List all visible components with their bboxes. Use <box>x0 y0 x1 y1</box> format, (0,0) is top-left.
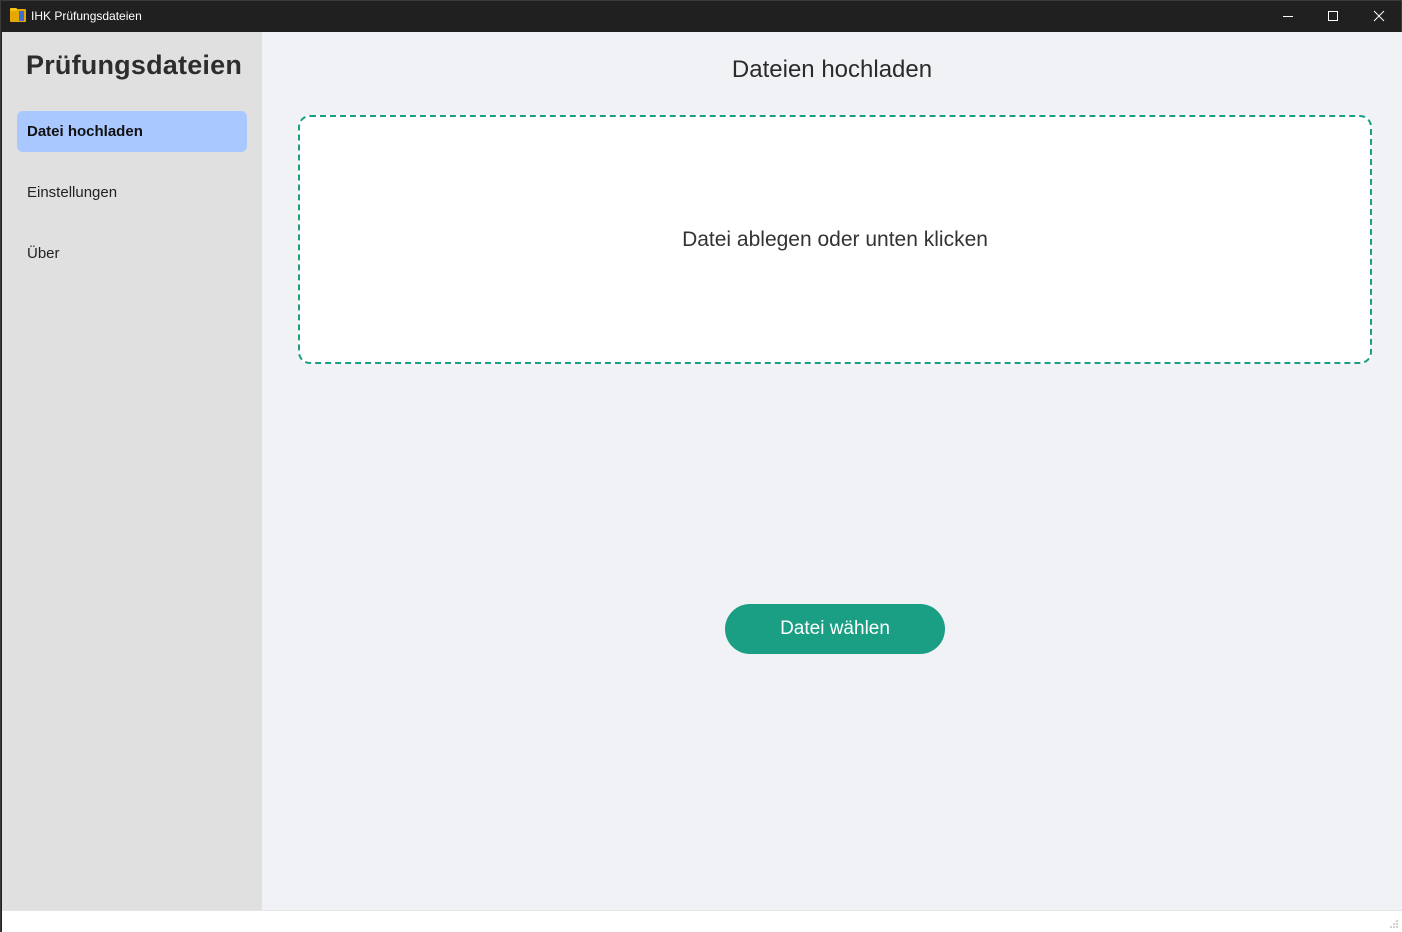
sidebar-item-einstellungen[interactable]: Einstellungen <box>17 172 247 213</box>
sidebar-item-ueber[interactable]: Über <box>17 233 247 274</box>
choose-file-button[interactable]: Datei wählen <box>725 604 945 654</box>
resize-grip-icon[interactable] <box>1389 919 1399 929</box>
dropzone-text: Datei ablegen oder unten klicken <box>682 227 988 251</box>
sidebar-item-label: Über <box>27 245 60 262</box>
minimize-button[interactable] <box>1265 1 1311 31</box>
sidebar-title: Prüfungsdateien <box>26 50 243 80</box>
maximize-icon <box>1328 11 1338 21</box>
window-title: IHK Prüfungsdateien <box>31 9 142 23</box>
app-window: IHK Prüfungsdateien Prüfungsdateien Date… <box>0 0 1402 932</box>
minimize-icon <box>1283 16 1293 17</box>
client-area: Prüfungsdateien Datei hochladen Einstell… <box>2 32 1402 910</box>
sidebar: Prüfungsdateien Datei hochladen Einstell… <box>2 32 262 910</box>
folder-icon <box>10 8 26 22</box>
maximize-button[interactable] <box>1310 1 1356 31</box>
title-bar[interactable]: IHK Prüfungsdateien <box>1 1 1401 31</box>
close-icon <box>1373 10 1385 22</box>
sidebar-item-label: Einstellungen <box>27 184 118 201</box>
page-title: Dateien hochladen <box>731 56 933 83</box>
close-button[interactable] <box>1356 1 1402 31</box>
sidebar-item-label: Datei hochladen <box>27 123 143 140</box>
status-bar <box>2 910 1402 932</box>
sidebar-item-datei-hochladen[interactable]: Datei hochladen <box>17 111 247 152</box>
file-dropzone[interactable]: Datei ablegen oder unten klicken <box>298 115 1372 364</box>
